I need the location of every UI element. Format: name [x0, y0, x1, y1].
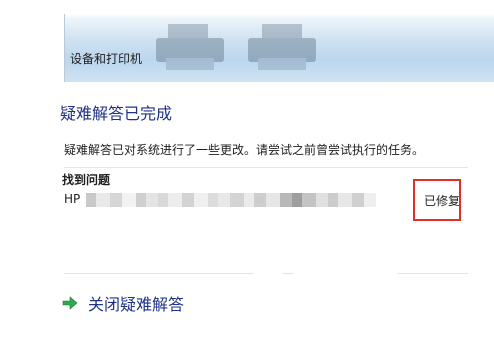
problems-section-title: 找到问题 — [62, 173, 111, 187]
green-arrow-icon — [62, 296, 78, 310]
breadcrumb: 设备和打印机 — [70, 52, 143, 66]
faint-divider — [282, 273, 294, 274]
faint-divider — [398, 273, 468, 274]
result-description: 疑难解答已对系统进行了一些更改。请尝试之前曾尝试执行的任务。 — [64, 143, 425, 157]
redacted-device-name — [86, 193, 376, 207]
banner-divider — [64, 14, 65, 82]
close-troubleshooter-label: 关闭疑难解答 — [88, 295, 185, 314]
printer-icon — [248, 24, 316, 70]
troubleshooter-window: 设备和打印机 疑难解答已完成 疑难解答已对系统进行了一些更改。请尝试之前曾尝试执… — [0, 0, 494, 338]
status-highlight-box — [413, 179, 461, 221]
banner-left-edge — [0, 14, 64, 82]
header-banner: 设备和打印机 — [0, 0, 494, 82]
faint-divider — [64, 273, 254, 274]
printer-icon — [156, 24, 224, 70]
problem-name: HP — [64, 192, 81, 206]
close-troubleshooter-link[interactable]: 关闭疑难解答 — [62, 291, 184, 315]
page-title: 疑难解答已完成 — [60, 104, 173, 123]
divider — [64, 167, 468, 168]
